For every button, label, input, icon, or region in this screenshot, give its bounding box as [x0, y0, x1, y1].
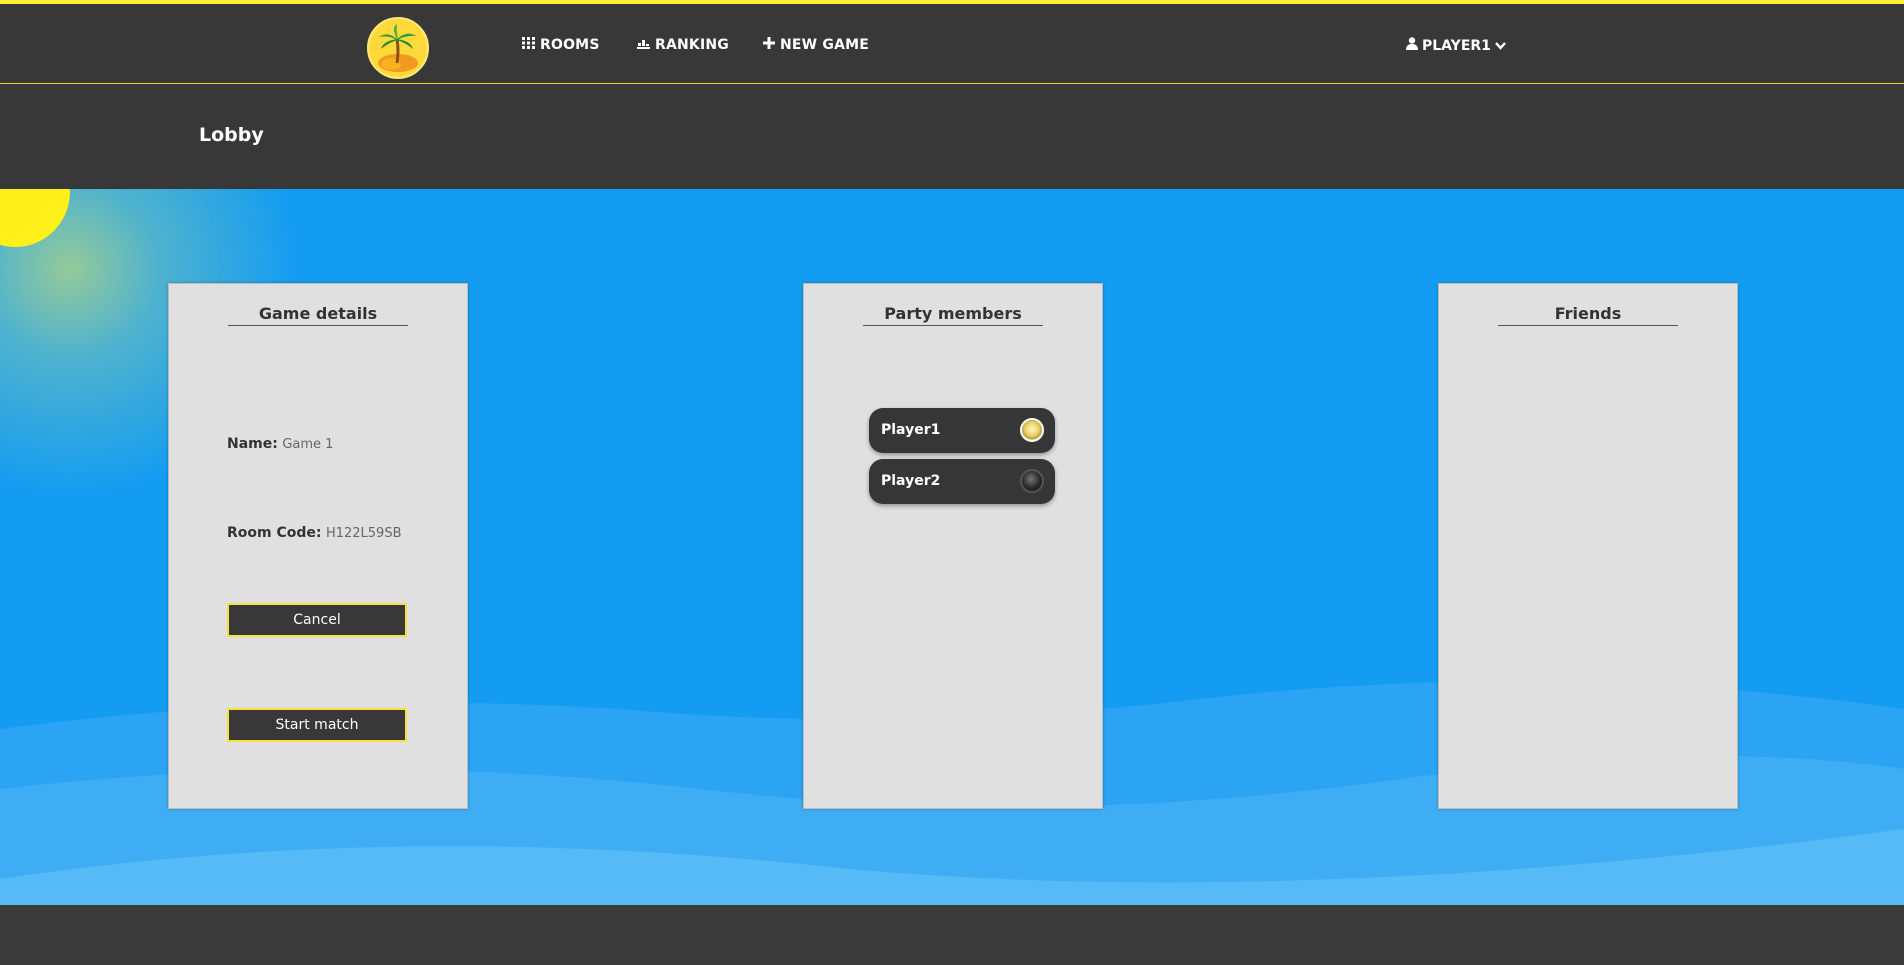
party-members-title: Party members — [863, 304, 1043, 326]
game-name-value: Game 1 — [282, 437, 334, 452]
lobby-background: Game details Name: Game 1 Room Code: H12… — [0, 189, 1904, 905]
member-name: Player1 — [881, 422, 941, 438]
page-header: Lobby — [0, 84, 1904, 189]
party-member-player1[interactable]: Player1 — [869, 408, 1055, 453]
room-code-row: Room Code: H122L59SB — [227, 525, 402, 541]
friends-panel: Friends — [1438, 283, 1738, 809]
game-name-row: Name: Game 1 — [227, 436, 333, 452]
party-members-panel: Party members Player1 Player2 — [803, 283, 1103, 809]
nav-rooms-label: ROOMS — [540, 37, 600, 53]
room-code-value: H122L59SB — [325, 526, 402, 541]
member-name: Player2 — [881, 473, 941, 489]
page-title: Lobby — [199, 124, 264, 146]
user-icon — [1406, 37, 1418, 54]
dark-avatar-icon — [1020, 469, 1044, 493]
cancel-button[interactable]: Cancel — [227, 603, 407, 637]
plus-icon — [763, 37, 775, 53]
start-match-button[interactable]: Start match — [227, 708, 407, 742]
grid-icon — [522, 37, 535, 53]
palm-island-logo[interactable] — [367, 17, 429, 79]
user-menu[interactable]: PLAYER1 — [1406, 37, 1506, 54]
game-details-title: Game details — [228, 304, 408, 326]
top-navbar: ROOMS RANKING NEW GAME PLAYER1 — [0, 0, 1904, 84]
nav-rooms[interactable]: ROOMS — [522, 37, 600, 53]
game-name-label: Name: — [227, 436, 278, 452]
friends-title: Friends — [1498, 304, 1678, 326]
podium-icon — [637, 37, 650, 53]
nav-ranking[interactable]: RANKING — [637, 37, 729, 53]
light-avatar-icon — [1020, 418, 1044, 442]
nav-new-game[interactable]: NEW GAME — [763, 37, 869, 53]
game-details-panel: Game details Name: Game 1 Room Code: H12… — [168, 283, 468, 809]
room-code-label: Room Code: — [227, 525, 322, 541]
user-menu-label: PLAYER1 — [1422, 37, 1491, 54]
party-member-player2[interactable]: Player2 — [869, 459, 1055, 504]
chevron-down-icon — [1495, 38, 1506, 54]
nav-new-game-label: NEW GAME — [780, 37, 870, 53]
footer — [0, 905, 1904, 965]
nav-ranking-label: RANKING — [655, 37, 729, 53]
